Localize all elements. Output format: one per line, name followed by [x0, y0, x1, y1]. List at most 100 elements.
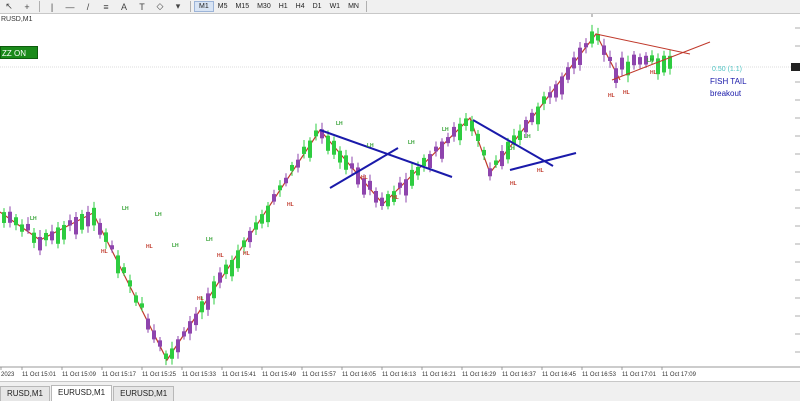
candle-body: [518, 130, 522, 141]
timeframe-h4-button[interactable]: H4: [292, 1, 309, 12]
candle-body: [440, 141, 444, 159]
candle-body: [350, 163, 354, 169]
timeframe-d1-button[interactable]: D1: [309, 1, 326, 12]
candle-body: [446, 137, 450, 144]
swing-marker-lh: LH: [122, 206, 129, 212]
candle-body: [614, 68, 618, 83]
candle-body: [560, 76, 564, 95]
candle-body: [416, 167, 420, 176]
candle-body: [74, 217, 78, 235]
candle-body: [80, 213, 84, 230]
candle-body: [458, 123, 462, 141]
price-chart[interactable]: LH LH LH LH LH LH LH LH LH LH LH LH HL HL HL HL HL HL HL HL…: [0, 13, 800, 381]
candle-body: [224, 264, 228, 275]
candle-body: [530, 112, 534, 123]
candle-body: [584, 43, 588, 48]
vertical-line-icon[interactable]: |: [45, 1, 59, 12]
horizontal-line-icon[interactable]: —: [63, 1, 77, 12]
price-level-label: 0.50 (1.1): [712, 66, 742, 73]
candle-body: [566, 67, 570, 80]
timeframe-mn-button[interactable]: MN: [344, 1, 363, 12]
candle-body: [8, 211, 12, 223]
crosshair-icon[interactable]: +: [20, 1, 34, 12]
time-axis-label: 11 Oct 16:53: [582, 372, 617, 378]
timeframe-m5-button[interactable]: M5: [214, 1, 232, 12]
candle-body: [494, 160, 498, 165]
candle-body: [314, 130, 318, 137]
candle-body: [170, 348, 174, 359]
candle-body: [188, 321, 192, 334]
candle-body: [386, 194, 390, 207]
candle-body: [410, 169, 414, 186]
time-axis-label: 11 Oct 15:09: [62, 372, 97, 378]
candle-body: [332, 140, 336, 155]
time-axis-label: 2023: [1, 372, 15, 378]
zigzag-indicator: [0, 32, 621, 362]
candle-body: [374, 191, 378, 203]
swing-marker-lh: LH: [172, 243, 179, 249]
more-icon[interactable]: ▾: [171, 1, 185, 12]
candle-body: [488, 168, 492, 177]
candle-body: [194, 313, 198, 326]
tab-chart-3[interactable]: EURUSD,M1: [113, 386, 175, 401]
swing-marker-hl: HL: [510, 181, 517, 187]
candle-body: [44, 232, 48, 241]
candle-body: [500, 151, 504, 167]
candle-body: [632, 54, 636, 66]
timeframe-w1-button[interactable]: W1: [326, 1, 345, 12]
time-axis-label: 11 Oct 17:01: [622, 372, 657, 378]
candle-body: [98, 222, 102, 235]
candle-body: [230, 259, 234, 277]
timeframe-h1-button[interactable]: H1: [275, 1, 292, 12]
label-icon[interactable]: T: [135, 1, 149, 12]
time-axis-label: 11 Oct 16:05: [342, 372, 377, 378]
candle-body: [14, 217, 18, 226]
swing-marker-hl: HL: [146, 244, 153, 250]
swing-marker-hl: HL: [623, 90, 630, 96]
candle-body: [236, 250, 240, 269]
timeframe-m15-button[interactable]: M15: [231, 1, 253, 12]
candle-body: [104, 232, 108, 242]
trendline-icon[interactable]: /: [81, 1, 95, 12]
tab-chart-1[interactable]: RUSD,M1: [0, 386, 51, 401]
time-axis-label: 11 Oct 15:25: [142, 372, 177, 378]
chart-tabs: RUSD,M1 EURUSD,M1 EURUSD,M1: [0, 381, 800, 401]
swing-marker-lh: LH: [206, 237, 213, 243]
tab-chart-2[interactable]: EURUSD,M1: [51, 385, 113, 401]
channel-icon[interactable]: ≡: [99, 1, 113, 12]
candle-body: [608, 56, 612, 61]
candle-body: [164, 353, 168, 360]
candle-body: [620, 57, 624, 70]
candle-body: [140, 303, 144, 308]
zigzag-toggle-button[interactable]: ZZ ON: [0, 46, 38, 59]
candle-body: [524, 120, 528, 133]
candle-body: [296, 159, 300, 168]
timeframe-m30-button[interactable]: M30: [253, 1, 275, 12]
candle-body: [254, 222, 258, 230]
candle-body: [134, 295, 138, 303]
swing-marker-lh: LH: [524, 134, 531, 140]
time-axis-label: 11 Oct 17:09: [662, 372, 697, 378]
time-axis-label: 11 Oct 15:33: [182, 372, 217, 378]
candle-body: [62, 224, 66, 240]
candle-body: [56, 227, 60, 244]
candle-body: [38, 236, 42, 251]
swing-marker-hl: HL: [243, 251, 250, 257]
candle-body: [536, 106, 540, 125]
swing-marker-hl: HL: [197, 296, 204, 302]
candle-body: [422, 157, 426, 167]
candle-body: [92, 207, 96, 226]
time-axis-label: 11 Oct 15:41: [222, 372, 257, 378]
swing-marker-hl: HL: [217, 253, 224, 259]
candlestick-series: [2, 24, 672, 366]
candle-body: [662, 55, 666, 73]
time-axis-label: 11 Oct 16:21: [422, 372, 457, 378]
candle-body: [260, 214, 264, 224]
candle-body: [290, 164, 294, 171]
shapes-icon[interactable]: ◇: [153, 1, 167, 12]
candle-body: [176, 339, 180, 353]
text-icon[interactable]: A: [117, 1, 131, 12]
cursor-icon[interactable]: ↖: [2, 1, 16, 12]
timeframe-m1-button[interactable]: M1: [194, 1, 214, 12]
candle-body: [338, 150, 342, 163]
